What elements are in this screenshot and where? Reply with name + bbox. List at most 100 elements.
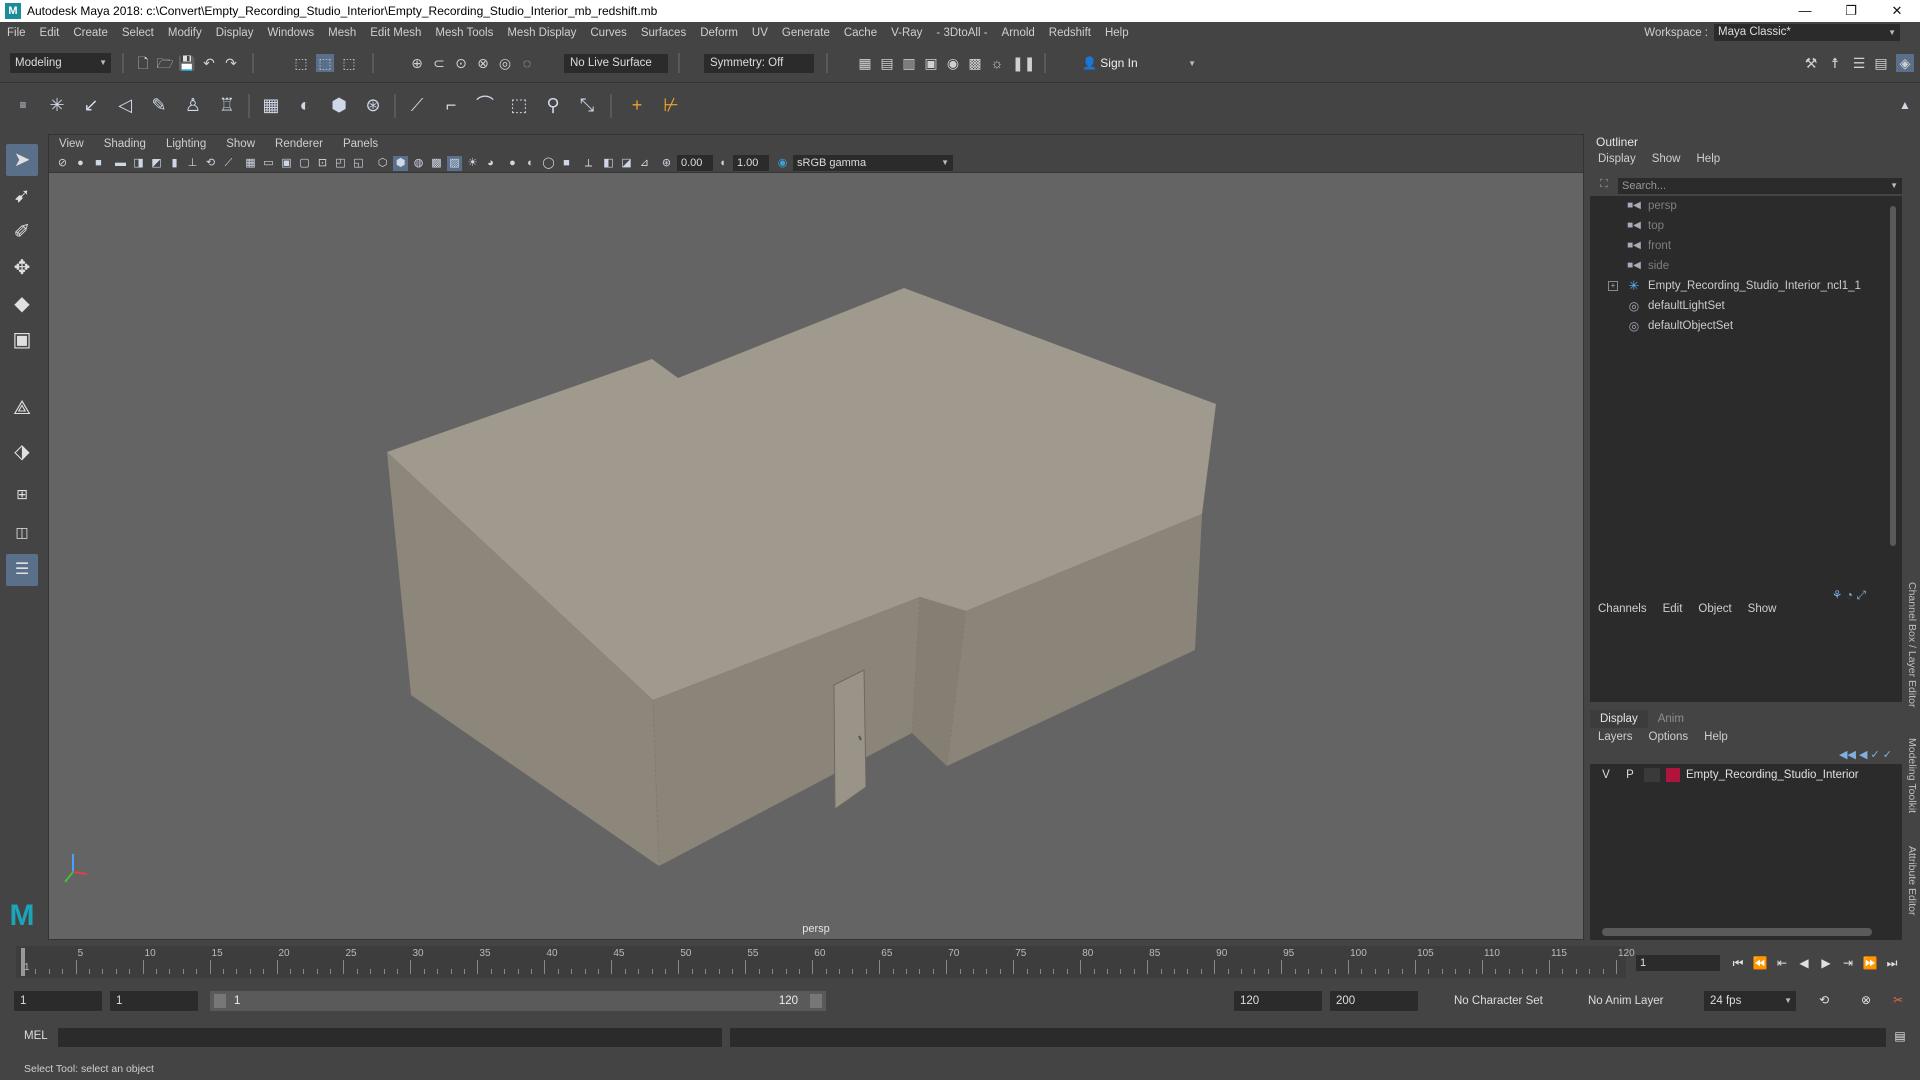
expand-icon[interactable]: +: [1608, 281, 1618, 291]
play-backwards-icon[interactable]: ◀: [1796, 955, 1812, 971]
bridge-icon[interactable]: ⌒: [472, 92, 498, 118]
exposure-field[interactable]: 0.00: [677, 155, 713, 171]
go-to-start-icon[interactable]: ⏮: [1730, 955, 1746, 971]
menu-select[interactable]: Select: [115, 27, 161, 39]
single-perspective-layout-icon[interactable]: ⬗: [6, 436, 38, 468]
move-tool-icon[interactable]: ✥: [6, 252, 38, 284]
lasso-tool-icon[interactable]: ➹: [6, 180, 38, 212]
human-ik-icon[interactable]: ♖: [214, 92, 240, 118]
playback-end-field[interactable]: 120: [1234, 991, 1322, 1011]
bevel-icon[interactable]: ⌐: [438, 92, 464, 118]
maximize-button[interactable]: ❐: [1828, 0, 1874, 22]
save-scene-icon[interactable]: 💾: [178, 54, 196, 72]
multi-cut-icon[interactable]: ⚲: [540, 92, 566, 118]
step-forward-frame-icon[interactable]: ⇥: [1840, 955, 1856, 971]
pause-viewport-icon[interactable]: ❚❚: [1012, 54, 1035, 72]
viewport-panel[interactable]: View Shading Lighting Show Renderer Pane…: [48, 134, 1584, 940]
range-start-handle[interactable]: [214, 994, 226, 1008]
tab-attribute-editor[interactable]: Attribute Editor: [1906, 846, 1918, 915]
panel-menu-view[interactable]: View: [49, 138, 94, 150]
menu-file[interactable]: File: [0, 27, 33, 39]
field-chart-icon[interactable]: ⊡: [315, 156, 330, 171]
redo-icon[interactable]: ↷: [222, 54, 240, 72]
bookmark-icon[interactable]: ▮: [167, 156, 182, 171]
last-tool-icon[interactable]: ⟁: [6, 392, 38, 424]
auto-key-icon[interactable]: ⊗: [1858, 992, 1874, 1008]
channel-box-icon[interactable]: ◈: [1896, 54, 1914, 72]
step-back-frame-icon[interactable]: ⇤: [1774, 955, 1790, 971]
menu-set-dropdown[interactable]: Modeling ▼: [10, 53, 111, 73]
menu-redshift[interactable]: Redshift: [1042, 27, 1098, 39]
layer-type-toggle[interactable]: [1644, 768, 1660, 782]
panel-menu-show[interactable]: Show: [216, 138, 265, 150]
append-polygon-icon[interactable]: ⬚: [506, 92, 532, 118]
paint-select-tool-icon[interactable]: ✐: [6, 216, 38, 248]
step-forward-key-icon[interactable]: ⏩: [1862, 955, 1878, 971]
safe-action-icon[interactable]: ◰: [333, 156, 348, 171]
command-language-label[interactable]: MEL: [24, 1030, 48, 1042]
sign-in-button[interactable]: 👤 Sign In ▼: [1082, 54, 1200, 73]
menu-mesh-display[interactable]: Mesh Display: [500, 27, 583, 39]
panel-menu-panels[interactable]: Panels: [333, 138, 388, 150]
xray-icon[interactable]: ◐: [523, 156, 538, 171]
grid-icon[interactable]: ▦: [243, 156, 258, 171]
menu-mesh[interactable]: Mesh: [321, 27, 363, 39]
open-scene-icon[interactable]: 🗁: [156, 54, 174, 72]
symmetry-dropdown[interactable]: Symmetry: Off: [704, 54, 814, 73]
outliner-item-default-object-set[interactable]: ◎ defaultObjectSet: [1590, 316, 1902, 336]
tab-anim[interactable]: Anim: [1648, 710, 1694, 728]
camera-lock-icon[interactable]: ●: [73, 156, 88, 171]
menu-cache[interactable]: Cache: [837, 27, 884, 39]
layers-menu-options[interactable]: Options: [1641, 731, 1697, 743]
film-gate-icon[interactable]: ▭: [261, 156, 276, 171]
menu-display[interactable]: Display: [209, 27, 261, 39]
ambient-occlusion-icon[interactable]: ◕: [483, 156, 498, 171]
snap-curve-icon[interactable]: ⊂: [430, 54, 448, 72]
poly-sphere-icon[interactable]: ✳: [44, 92, 70, 118]
screen-space-icon[interactable]: ⊿: [637, 156, 652, 171]
attribute-editor-icon[interactable]: ☰: [1850, 54, 1868, 72]
two-view-layout-icon[interactable]: ◫: [6, 516, 38, 548]
xray-components-icon[interactable]: ■: [559, 156, 574, 171]
center-pivot-icon[interactable]: +: [624, 92, 650, 118]
outliner-item-default-light-set[interactable]: ◎ defaultLightSet: [1590, 296, 1902, 316]
menu-create[interactable]: Create: [66, 27, 115, 39]
playback-start-field[interactable]: 1: [110, 991, 198, 1011]
panel-menu-shading[interactable]: Shading: [94, 138, 156, 150]
select-component-icon[interactable]: ⬚: [340, 54, 358, 72]
animation-start-field[interactable]: 1: [14, 991, 102, 1011]
freeze-transform-icon[interactable]: ⊬: [658, 92, 684, 118]
menu-arnold[interactable]: Arnold: [995, 27, 1042, 39]
tab-display[interactable]: Display: [1590, 710, 1648, 728]
channels-menu-channels[interactable]: Channels: [1590, 603, 1655, 615]
hypershade-icon[interactable]: ◉: [944, 54, 962, 72]
live-surface-field[interactable]: No Live Surface: [564, 54, 668, 73]
render-setup-icon[interactable]: ▩: [966, 54, 984, 72]
extrude-icon[interactable]: ⟋: [404, 92, 430, 118]
view-transform-dropdown[interactable]: sRGB gamma ▼: [793, 155, 953, 171]
smooth-shade-icon[interactable]: ⬢: [393, 156, 408, 171]
menu-3dtoall[interactable]: - 3DtoAll -: [929, 27, 994, 39]
anim-layer-dropdown[interactable]: No Anim Layer: [1582, 991, 1688, 1011]
play-forwards-icon[interactable]: ▶: [1818, 955, 1834, 971]
channel-box-icons[interactable]: ⚘ ◔ ⤢: [1832, 588, 1866, 603]
outliner-item-top[interactable]: ■◀ top: [1590, 216, 1902, 236]
menu-help[interactable]: Help: [1098, 27, 1136, 39]
toggle-camera-icon[interactable]: ⟲: [203, 156, 218, 171]
exposure-icon[interactable]: ⊛: [659, 156, 674, 171]
wireframe-icon[interactable]: ⬡: [375, 156, 390, 171]
range-bar[interactable]: 1 120: [210, 991, 826, 1011]
snap-point-icon[interactable]: ⊙: [452, 54, 470, 72]
menu-curves[interactable]: Curves: [583, 27, 633, 39]
channels-menu-edit[interactable]: Edit: [1655, 603, 1691, 615]
channels-menu-object[interactable]: Object: [1690, 603, 1739, 615]
channels-menu-show[interactable]: Show: [1740, 603, 1785, 615]
outliner-item-side[interactable]: ■◀ side: [1590, 256, 1902, 276]
ep-curve-icon[interactable]: ◁: [112, 92, 138, 118]
loop-icon[interactable]: ⟲: [1816, 992, 1832, 1008]
ipr-render-icon[interactable]: ▥: [900, 54, 918, 72]
gamma-field[interactable]: 1.00: [733, 155, 769, 171]
scale-tool-icon[interactable]: ▣: [6, 324, 38, 356]
2d-pan-zoom-icon[interactable]: ◨: [131, 156, 146, 171]
layer-color-swatch[interactable]: [1666, 768, 1680, 782]
